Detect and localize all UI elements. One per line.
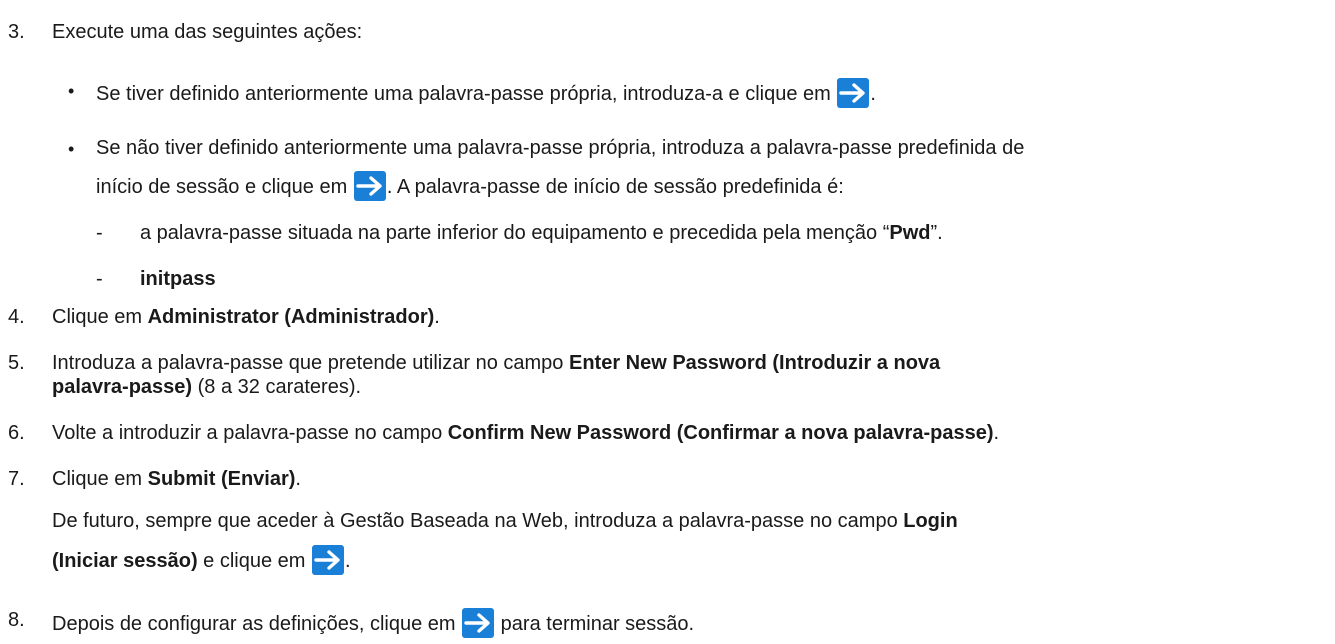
- arrow-right-icon: [312, 545, 345, 575]
- step-4-text: Clique em Administrator (Administrador).: [52, 306, 440, 328]
- step-4-number: 4.: [8, 306, 25, 328]
- step-3-number: 3.: [8, 21, 25, 43]
- default-password-option-2: initpass: [140, 268, 216, 290]
- step-7-note-line-1: De futuro, sempre que aceder à Gestão Ba…: [52, 510, 958, 532]
- step-3-option-1: Se tiver definido anteriormente uma pala…: [96, 78, 876, 108]
- arrow-right-icon: [837, 78, 870, 108]
- step-5-number: 5.: [8, 352, 25, 374]
- step-6-text: Volte a introduzir a palavra-passe no ca…: [52, 422, 1000, 444]
- bullet-marker: •: [68, 139, 75, 159]
- step-6-number: 6.: [8, 422, 25, 444]
- bullet-marker: •: [68, 81, 75, 101]
- arrow-right-icon: [462, 608, 495, 638]
- dash-marker: -: [96, 268, 103, 290]
- step-5-text-line-2: palavra-passe) (8 a 32 carateres).: [52, 376, 362, 398]
- step-7-text: Clique em Submit (Enviar).: [52, 468, 301, 490]
- step-8-number: 8.: [8, 609, 25, 631]
- step-7-note-line-2: (Iniciar sessão) e clique em .: [52, 545, 351, 575]
- step-5-text-line-1: Introduza a palavra-passe que pretende u…: [52, 352, 941, 374]
- dash-marker: -: [96, 222, 103, 244]
- step-7-number: 7.: [8, 468, 25, 490]
- step-3-option-2-line-1: Se não tiver definido anteriormente uma …: [96, 137, 1025, 159]
- default-password-option-1: a palavra-passe situada na parte inferio…: [140, 222, 943, 244]
- step-3-text: Execute uma das seguintes ações:: [52, 21, 363, 43]
- step-8-text: Depois de configurar as definições, cliq…: [52, 608, 694, 638]
- arrow-right-icon: [353, 171, 386, 201]
- step-3-option-2-line-2: início de sessão e clique em . A palavra…: [96, 171, 844, 201]
